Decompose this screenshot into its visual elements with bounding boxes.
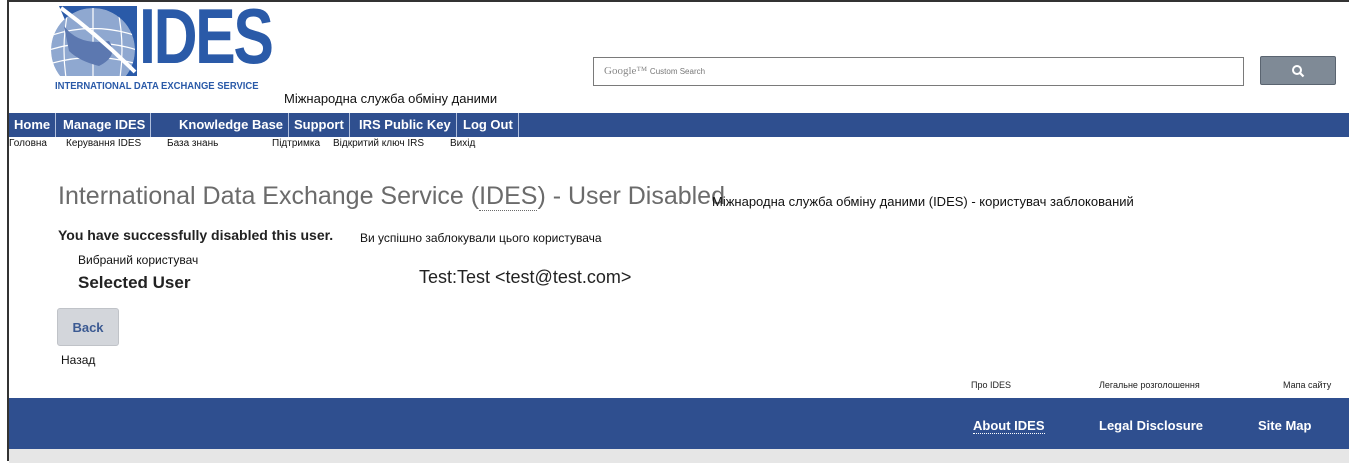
selected-user-value: Test:Test <test@test.com>: [419, 267, 632, 287]
footer: About IDES Legal Disclosure Site Map: [9, 398, 1349, 449]
nav-item-log-out[interactable]: Log Out: [458, 113, 519, 137]
globe-icon: [51, 6, 137, 76]
nav-item-support[interactable]: Support: [289, 113, 350, 137]
ides-logo[interactable]: IDES INTERNATIONAL DATA EXCHANGE SERVICE: [41, 0, 274, 94]
logo-subtitle: INTERNATIONAL DATA EXCHANGE SERVICE: [55, 80, 259, 92]
page-title: International Data Exchange Service (IDE…: [58, 182, 725, 211]
logo-wordmark: IDES: [139, 0, 274, 80]
success-message: You have successfully disabled this user…: [58, 227, 334, 243]
page-frame: IDES INTERNATIONAL DATA EXCHANGE SERVICE…: [7, 0, 1349, 463]
nav-item-irs-public-key-translation: Відкритий ключ IRS: [333, 138, 425, 149]
nav-item-manage-ides-translation: Керування IDES: [66, 138, 142, 149]
nav-item-home[interactable]: Home: [9, 113, 57, 137]
nav-item-irs-public-key[interactable]: IRS Public Key: [354, 113, 457, 137]
success-message-translation: Ви успішно заблокували цього користувача: [360, 231, 602, 245]
search-placeholder: Google™ Custom Search: [604, 65, 706, 77]
footer-about-translation: Про IDES: [971, 380, 1011, 390]
logo-subtitle-translation: Міжнародна служба обміну даними: [284, 91, 498, 106]
selected-user-label-translation: Вибраний користувач: [78, 253, 199, 267]
footer-legal-translation: Легальне розголошення: [1099, 380, 1200, 390]
footer-link-about[interactable]: About IDES: [973, 418, 1045, 434]
nav-item-knowledge-base[interactable]: Knowledge Base: [174, 113, 290, 137]
nav-item-support-translation: Підтримка: [272, 138, 321, 149]
nav-item-knowledge-base-translation: База знань: [167, 138, 219, 149]
back-button[interactable]: Back: [57, 308, 119, 346]
nav-item-log-out-translation: Вихід: [450, 138, 476, 149]
nav-item-home-translation: Головна: [9, 138, 47, 149]
ides-abbreviation: IDES: [479, 182, 538, 211]
search-input[interactable]: Google™ Custom Search: [593, 57, 1244, 86]
footer-sitemap-translation: Мапа сайту: [1283, 380, 1332, 390]
selected-user-label: Selected User: [78, 273, 191, 292]
footer-link-sitemap[interactable]: Site Map: [1258, 418, 1311, 433]
footer-link-legal[interactable]: Legal Disclosure: [1099, 418, 1203, 433]
page-title-translation: Міжнародна служба обміну даними (IDES) -…: [712, 194, 1134, 209]
nav-item-manage-ides[interactable]: Manage IDES: [58, 113, 152, 137]
search-icon: [1292, 64, 1305, 77]
search-button[interactable]: [1260, 56, 1336, 85]
main-nav: Home Manage IDES Knowledge Base Support …: [9, 113, 1349, 137]
back-button-translation: Назад: [61, 353, 96, 367]
